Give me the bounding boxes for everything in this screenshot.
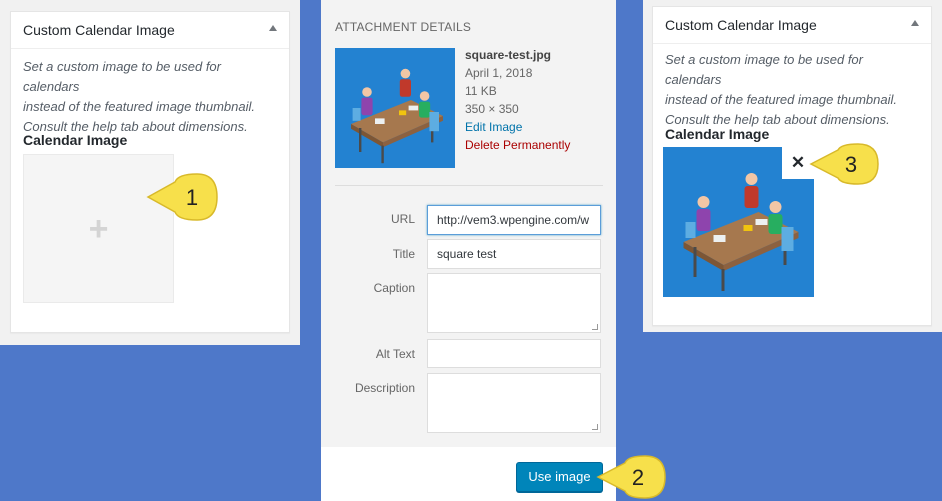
caption-label: Caption xyxy=(373,281,415,295)
caption-textarea[interactable] xyxy=(427,273,601,333)
attachment-thumbnail xyxy=(335,48,455,168)
left-metabox-header[interactable]: Custom Calendar Image xyxy=(11,12,289,49)
right-metabox-title: Custom Calendar Image xyxy=(665,17,817,33)
title-label: Title xyxy=(392,247,415,261)
right-metabox-header[interactable]: Custom Calendar Image xyxy=(653,7,931,44)
delete-permanently-link[interactable]: Delete Permanently xyxy=(465,136,570,154)
right-calendar-image-label: Calendar Image xyxy=(665,126,770,142)
left-metabox-title: Custom Calendar Image xyxy=(23,22,175,38)
callout-3: 3 xyxy=(809,143,879,185)
callout-1-number: 1 xyxy=(186,185,198,210)
office-illustration xyxy=(335,48,455,168)
attachment-divider xyxy=(335,185,603,186)
edit-image-link[interactable]: Edit Image xyxy=(465,118,570,136)
left-metabox-description: Set a custom image to be used for calend… xyxy=(23,59,255,134)
attachment-date: April 1, 2018 xyxy=(465,66,533,80)
attachment-filesize: 11 KB xyxy=(465,84,497,98)
right-metabox-description: Set a custom image to be used for calend… xyxy=(665,52,897,127)
use-image-button[interactable]: Use image xyxy=(516,462,603,492)
resize-handle-icon[interactable] xyxy=(592,424,598,430)
callout-2: 2 xyxy=(596,455,666,499)
attachment-filename: square-test.jpg xyxy=(465,48,552,62)
attachment-meta: square-test.jpg April 1, 2018 11 KB 350 … xyxy=(465,46,570,154)
callout-1: 1 xyxy=(146,173,218,221)
callout-3-number: 3 xyxy=(845,152,857,177)
left-calendar-image-label: Calendar Image xyxy=(23,132,128,148)
alt-text-input[interactable] xyxy=(427,339,601,368)
collapse-arrow-icon[interactable] xyxy=(269,25,277,31)
alt-text-label: Alt Text xyxy=(375,347,415,361)
url-label: URL xyxy=(390,212,415,226)
callout-2-number: 2 xyxy=(632,465,644,490)
resize-handle-icon[interactable] xyxy=(592,324,598,330)
attachment-details-heading: ATTACHMENT DETAILS xyxy=(335,20,472,34)
attachment-dimensions: 350 × 350 xyxy=(465,102,519,116)
description-textarea[interactable] xyxy=(427,373,601,433)
title-input[interactable]: square test xyxy=(427,239,601,269)
description-label: Description xyxy=(354,381,415,395)
collapse-arrow-icon[interactable] xyxy=(911,20,919,26)
url-input[interactable]: http://vem3.wpengine.com/w xyxy=(427,205,601,235)
